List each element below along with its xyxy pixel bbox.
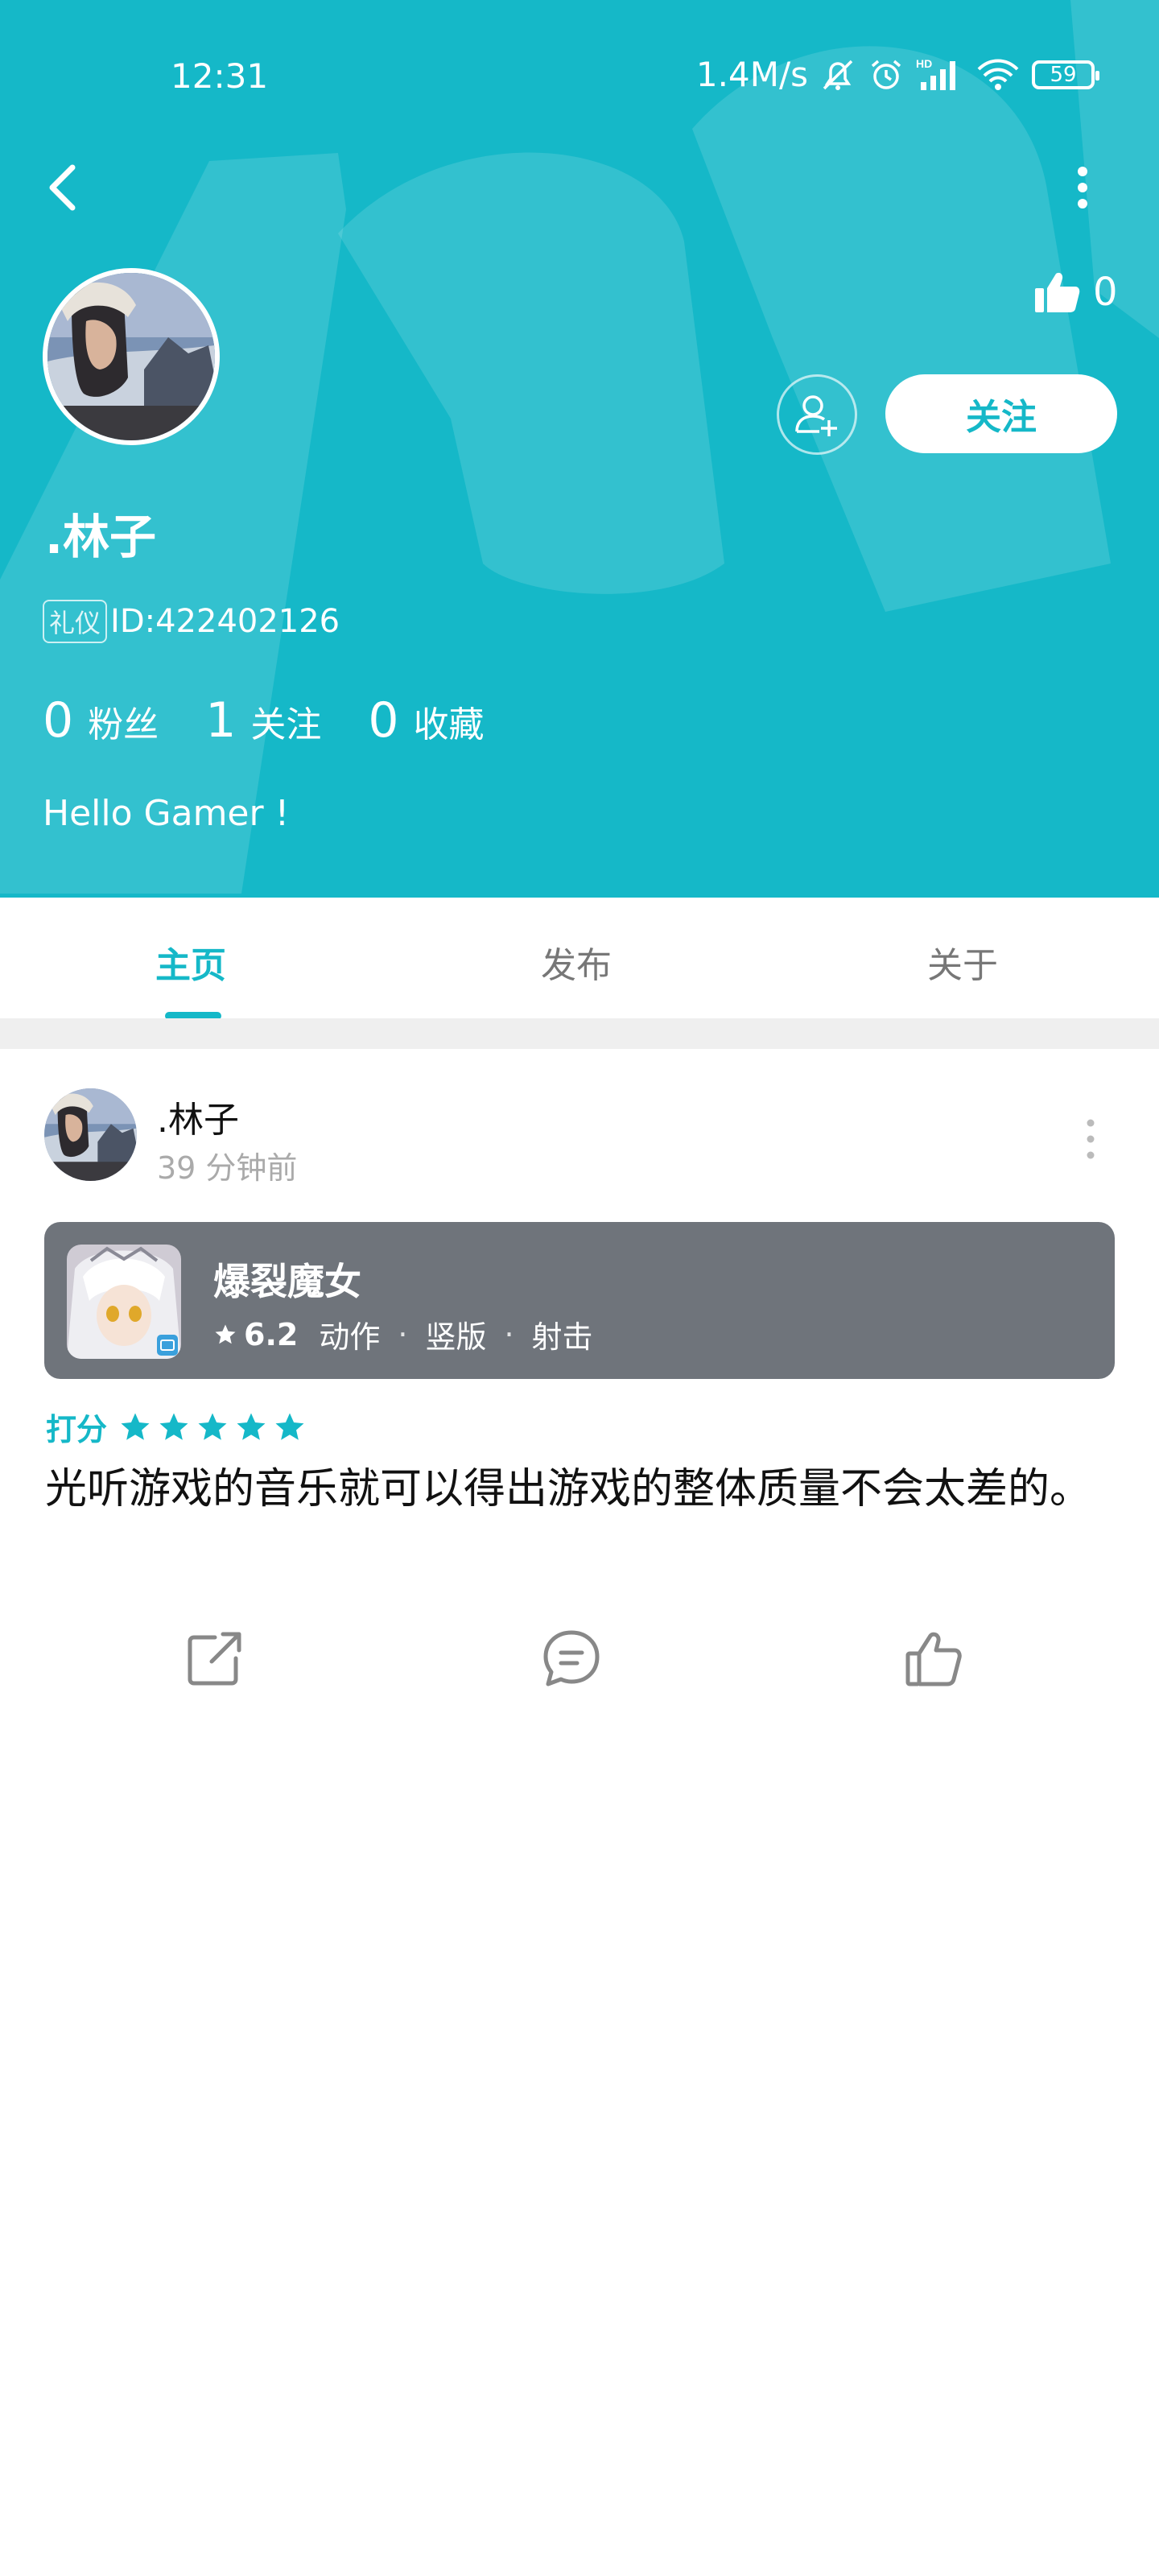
profile-tabs: 主页 发布 关于	[0, 898, 1159, 1018]
rating-label: 打分	[46, 1412, 108, 1447]
stat-label: 收藏	[413, 704, 485, 745]
tag-separator: ·	[504, 1316, 514, 1352]
profile-id-row: 礼仪 ID:422402126	[43, 600, 340, 643]
add-friend-button[interactable]	[777, 374, 857, 455]
bell-muted-icon	[823, 60, 853, 90]
status-time: 12:31	[171, 56, 269, 96]
star-icon	[215, 1324, 236, 1344]
star-icon	[159, 1413, 188, 1440]
signal-icon: HD	[916, 57, 955, 90]
stat-number: 1	[205, 692, 237, 749]
game-score: 6.2	[244, 1316, 299, 1352]
profile-name: .林子	[45, 510, 157, 564]
follow-button[interactable]: 关注	[885, 374, 1117, 453]
badge-label[interactable]: 礼仪	[43, 600, 108, 643]
game-icon	[67, 1245, 181, 1359]
post-timestamp: 39 分钟前	[157, 1150, 298, 1186]
post-actions	[0, 1626, 1159, 1707]
back-arrow-icon[interactable]	[40, 159, 89, 216]
game-tag: 竖版	[425, 1319, 487, 1355]
alarm-icon	[871, 60, 901, 89]
game-tag: 射击	[531, 1319, 593, 1355]
status-bar: 12:31 1.4M/s HD 59	[0, 48, 1159, 105]
post-author-name[interactable]: .林子	[157, 1091, 239, 1142]
tab-about[interactable]: 关于	[927, 936, 998, 988]
share-icon[interactable]	[183, 1626, 247, 1690]
like-summary[interactable]: 0	[1033, 270, 1118, 315]
stat-label: 关注	[250, 704, 322, 745]
stat-number: 0	[43, 692, 74, 749]
rating-stars	[118, 1410, 307, 1444]
tab-posts[interactable]: 发布	[541, 936, 612, 988]
stat-fans[interactable]: 0 粉丝	[43, 692, 159, 749]
stat-label: 粉丝	[88, 704, 159, 745]
profile-avatar[interactable]	[43, 268, 220, 445]
star-icon	[121, 1413, 150, 1440]
profile-bio: Hello Gamer !	[43, 793, 290, 834]
review-text: 光听游戏的音乐就可以得出游戏的整体质量不会太差的。	[45, 1465, 1092, 1513]
star-icon	[198, 1413, 227, 1440]
avatar-image	[47, 273, 215, 440]
like-icon[interactable]	[901, 1626, 966, 1690]
user-id: ID:422402126	[110, 603, 340, 640]
tab-home[interactable]: 主页	[155, 936, 226, 988]
game-card[interactable]: 爆裂魔女 6.2 动作 · 竖版 · 射击	[44, 1222, 1115, 1379]
section-divider	[0, 1018, 1159, 1049]
add-user-icon	[795, 395, 837, 436]
svg-text:HD: HD	[916, 57, 932, 70]
game-title: 爆裂魔女	[213, 1260, 361, 1303]
star-icon	[237, 1413, 266, 1440]
stat-favorites[interactable]: 0 收藏	[368, 692, 484, 749]
star-icon	[275, 1413, 304, 1440]
game-tag: 动作	[319, 1319, 381, 1355]
game-meta: 6.2 动作 · 竖版 · 射击	[213, 1312, 593, 1356]
avatar-image	[44, 1088, 137, 1181]
thumbs-up-icon	[1035, 272, 1080, 312]
tag-separator: ·	[398, 1316, 408, 1352]
comment-icon[interactable]	[539, 1626, 604, 1690]
like-count: 0	[1093, 270, 1118, 315]
wifi-icon	[977, 59, 1019, 90]
network-speed: 1.4M/s	[695, 55, 808, 94]
rating-row: 打分	[46, 1405, 307, 1449]
profile-header: 12:31 1.4M/s HD 59 0 关注 .林子 礼仪 ID:422402…	[0, 0, 1159, 898]
stat-following[interactable]: 1 关注	[205, 692, 321, 749]
battery-indicator: 59	[1032, 60, 1099, 89]
profile-stats: 0 粉丝 1 关注 0 收藏	[43, 692, 531, 749]
stat-number: 0	[368, 692, 399, 749]
game-art-image	[67, 1245, 181, 1359]
post-author-avatar[interactable]	[44, 1088, 137, 1181]
more-vertical-icon[interactable]	[1062, 159, 1103, 216]
post-more-icon[interactable]	[1079, 1115, 1103, 1163]
